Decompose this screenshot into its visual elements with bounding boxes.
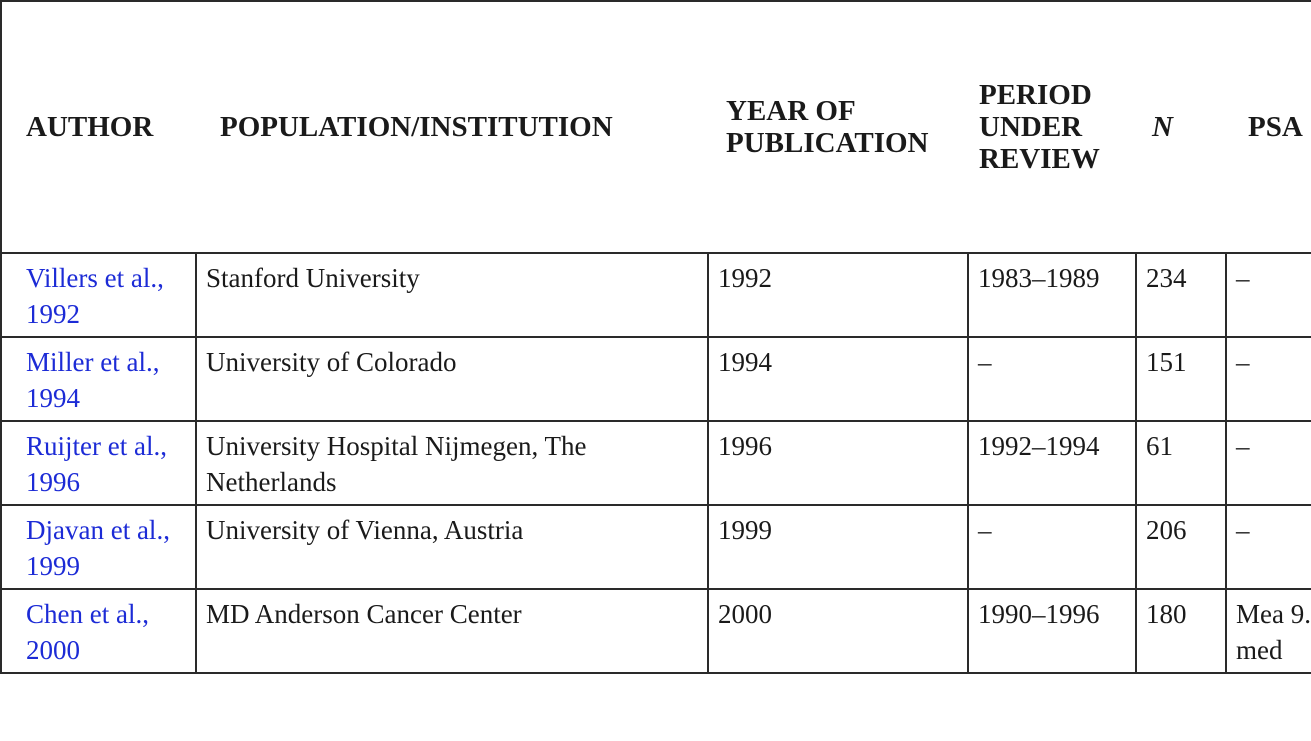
header-period: PERIOD UNDER REVIEW	[968, 0, 1136, 253]
author-cell: Miller et al., 1994	[0, 336, 197, 422]
period-cell: 1990–1996	[967, 588, 1137, 674]
psa-cell: –	[1225, 252, 1311, 338]
year-cell: 2000	[707, 588, 969, 674]
psa-cell: –	[1225, 504, 1311, 590]
n-cell: 61	[1135, 420, 1227, 506]
table-row: Chen et al., 2000 MD Anderson Cancer Cen…	[0, 588, 1311, 674]
year-cell: 1992	[707, 252, 969, 338]
year-cell: 1999	[707, 504, 969, 590]
header-row: AUTHOR POPULATION/INSTITUTION YEAR OF PU…	[0, 0, 1311, 253]
psa-cell: Mea 9.9 med	[1225, 588, 1311, 674]
psa-cell: –	[1225, 336, 1311, 422]
author-link[interactable]: Miller et al., 1994	[26, 347, 159, 413]
n-cell: 206	[1135, 504, 1227, 590]
header-year: YEAR OF PUBLICATION	[708, 0, 968, 253]
population-cell: University of Vienna, Austria	[195, 504, 709, 590]
author-link[interactable]: Villers et al., 1992	[26, 263, 164, 329]
table-row: Miller et al., 1994 University of Colora…	[0, 336, 1311, 422]
population-cell: MD Anderson Cancer Center	[195, 588, 709, 674]
period-cell: 1992–1994	[967, 420, 1137, 506]
author-cell: Chen et al., 2000	[0, 588, 197, 674]
year-cell: 1996	[707, 420, 969, 506]
population-cell: University of Colorado	[195, 336, 709, 422]
n-cell: 180	[1135, 588, 1227, 674]
author-cell: Djavan et al., 1999	[0, 504, 197, 590]
population-cell: University Hospital Nijmegen, The Nether…	[195, 420, 709, 506]
psa-cell: –	[1225, 420, 1311, 506]
author-cell: Ruijter et al., 1996	[0, 420, 197, 506]
header-author: AUTHOR	[0, 0, 196, 253]
author-cell: Villers et al., 1992	[0, 252, 197, 338]
period-cell: 1983–1989	[967, 252, 1137, 338]
n-cell: 234	[1135, 252, 1227, 338]
author-link[interactable]: Djavan et al., 1999	[26, 515, 170, 581]
period-cell: –	[967, 336, 1137, 422]
table-row: Ruijter et al., 1996 University Hospital…	[0, 420, 1311, 506]
table-row: Djavan et al., 1999 University of Vienna…	[0, 504, 1311, 590]
studies-table: AUTHOR POPULATION/INSTITUTION YEAR OF PU…	[0, 0, 1311, 674]
table-row: Villers et al., 1992 Stanford University…	[0, 252, 1311, 338]
n-cell: 151	[1135, 336, 1227, 422]
period-cell: –	[967, 504, 1137, 590]
population-cell: Stanford University	[195, 252, 709, 338]
year-cell: 1994	[707, 336, 969, 422]
header-population: POPULATION/INSTITUTION	[196, 0, 708, 253]
author-link[interactable]: Ruijter et al., 1996	[26, 431, 167, 497]
header-psa: PSA	[1226, 0, 1311, 253]
table-viewport: AUTHOR POPULATION/INSTITUTION YEAR OF PU…	[0, 0, 1311, 741]
header-n: N	[1136, 0, 1226, 253]
author-link[interactable]: Chen et al., 2000	[26, 599, 149, 665]
